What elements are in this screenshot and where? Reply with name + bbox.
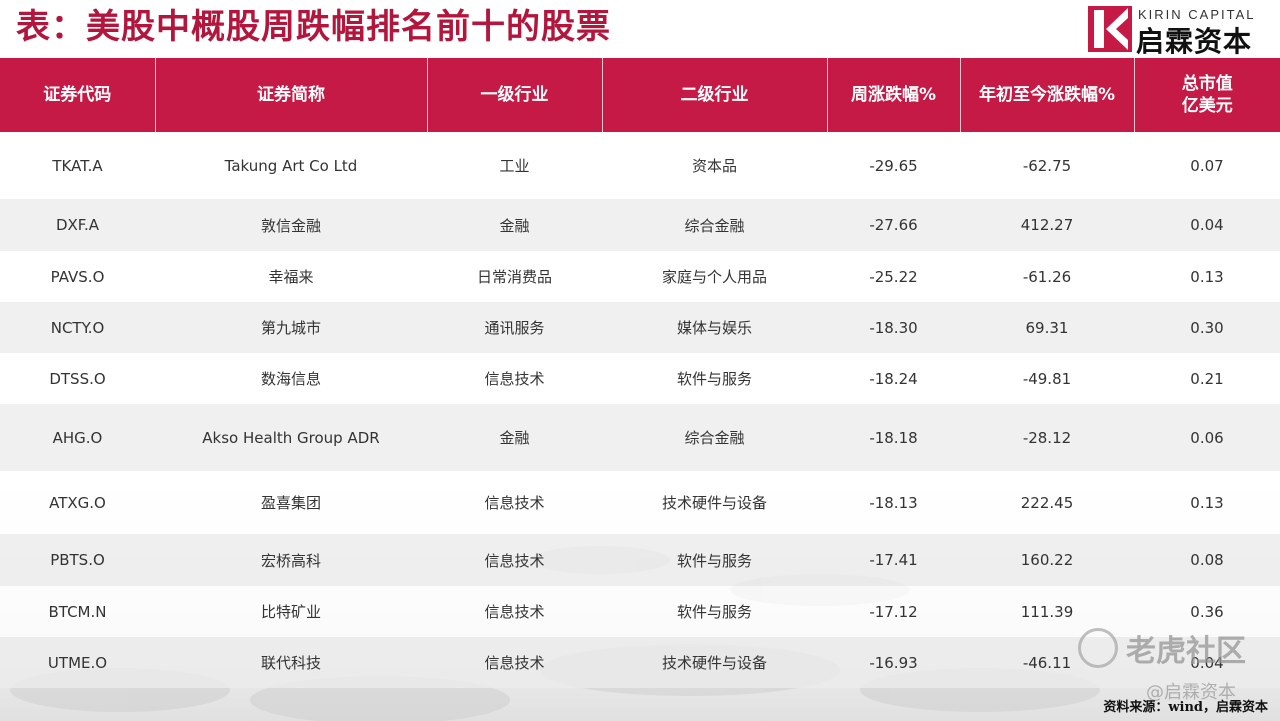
tiger-community-watermark: 老虎社区: [1078, 624, 1268, 670]
cell-ytd-change: 222.45: [960, 471, 1134, 534]
cell-market-cap: 0.07: [1134, 132, 1280, 199]
cell-industry-l2: 软件与服务: [602, 534, 827, 586]
cell-industry-l2: 综合金融: [602, 404, 827, 471]
cell-code: PAVS.O: [0, 251, 155, 302]
cell-weekly-change: -18.24: [827, 353, 960, 404]
cell-industry-l2: 资本品: [602, 132, 827, 199]
header-market-cap: 总市值 亿美元: [1134, 58, 1280, 132]
kirin-logo-icon: [1088, 6, 1132, 52]
header-weekly-change: 周涨跌幅%: [827, 58, 961, 132]
cell-short-name: 幸福来: [155, 251, 427, 302]
source-note: 资料来源：wind，启霖资本: [1103, 700, 1268, 715]
title-bar: 表：美股中概股周跌幅排名前十的股票 KIRIN CAPITAL 启霖资本: [0, 0, 1280, 58]
table-row: NCTY.O 第九城市 通讯服务 媒体与娱乐 -18.30 69.31 0.30: [0, 302, 1280, 353]
cell-industry-l2: 软件与服务: [602, 353, 827, 404]
header-industry-l2: 二级行业: [602, 58, 828, 132]
cell-weekly-change: -17.12: [827, 586, 960, 637]
cell-code: AHG.O: [0, 404, 155, 471]
cell-industry-l1: 信息技术: [427, 637, 602, 688]
header-ytd-change: 年初至今涨跌幅%: [960, 58, 1135, 132]
cell-ytd-change: 412.27: [960, 199, 1134, 251]
cell-industry-l1: 信息技术: [427, 586, 602, 637]
cell-code: NCTY.O: [0, 302, 155, 353]
cell-weekly-change: -18.30: [827, 302, 960, 353]
logo-chinese: 启霖资本: [1136, 25, 1253, 58]
stock-table: 证券代码 证券简称 一级行业 二级行业 周涨跌幅% 年初至今涨跌幅% 总市值 亿…: [0, 58, 1280, 688]
cell-market-cap: 0.06: [1134, 404, 1280, 471]
cell-market-cap: 0.13: [1134, 471, 1280, 534]
cell-short-name: 数海信息: [155, 353, 427, 404]
page-title: 表：美股中概股周跌幅排名前十的股票: [16, 7, 611, 47]
cell-code: BTCM.N: [0, 586, 155, 637]
table-row: AHG.O Akso Health Group ADR 金融 综合金融 -18.18 -2…: [0, 404, 1280, 471]
cell-market-cap: 0.04: [1134, 199, 1280, 251]
cell-short-name: 敦信金融: [155, 199, 427, 251]
cell-weekly-change: -18.18: [827, 404, 960, 471]
cell-ytd-change: 69.31: [960, 302, 1134, 353]
cell-ytd-change: 160.22: [960, 534, 1134, 586]
cell-code: PBTS.O: [0, 534, 155, 586]
header-industry-l1: 一级行业: [427, 58, 603, 132]
cell-industry-l1: 日常消费品: [427, 251, 602, 302]
table-row: DXF.A 敦信金融 金融 综合金融 -27.66 412.27 0.04: [0, 199, 1280, 251]
cell-short-name: 宏桥高科: [155, 534, 427, 586]
cell-weekly-change: -17.41: [827, 534, 960, 586]
cell-ytd-change: -28.12: [960, 404, 1134, 471]
cell-weekly-change: -25.22: [827, 251, 960, 302]
cell-industry-l1: 信息技术: [427, 353, 602, 404]
cell-weekly-change: -27.66: [827, 199, 960, 251]
cell-industry-l1: 金融: [427, 404, 602, 471]
table-row: PAVS.O 幸福来 日常消费品 家庭与个人用品 -25.22 -61.26 0.13: [0, 251, 1280, 302]
cell-industry-l2: 家庭与个人用品: [602, 251, 827, 302]
table-row: ATXG.O 盈喜集团 信息技术 技术硬件与设备 -18.13 222.45 0.13: [0, 471, 1280, 534]
cell-code: UTME.O: [0, 637, 155, 688]
cell-ytd-change: -61.26: [960, 251, 1134, 302]
cell-industry-l1: 工业: [427, 132, 602, 199]
cell-short-name: Takung Art Co Ltd: [155, 132, 427, 199]
cell-short-name: 第九城市: [155, 302, 427, 353]
cell-market-cap: 0.08: [1134, 534, 1280, 586]
cell-industry-l2: 技术硬件与设备: [602, 471, 827, 534]
cell-weekly-change: -29.65: [827, 132, 960, 199]
cell-code: ATXG.O: [0, 471, 155, 534]
cell-short-name: 比特矿业: [155, 586, 427, 637]
cell-weekly-change: -16.93: [827, 637, 960, 688]
cell-short-name: 盈喜集团: [155, 471, 427, 534]
cell-weekly-change: -18.13: [827, 471, 960, 534]
cell-code: DXF.A: [0, 199, 155, 251]
cell-industry-l1: 信息技术: [427, 534, 602, 586]
table-header-row: 证券代码 证券简称 一级行业 二级行业 周涨跌幅% 年初至今涨跌幅% 总市值 亿…: [0, 58, 1280, 132]
cell-industry-l2: 综合金融: [602, 199, 827, 251]
table-row: TKAT.A Takung Art Co Ltd 工业 资本品 -29.65 -62.75…: [0, 132, 1280, 199]
cell-market-cap: 0.21: [1134, 353, 1280, 404]
cell-code: TKAT.A: [0, 132, 155, 199]
cell-industry-l2: 媒体与娱乐: [602, 302, 827, 353]
table-row: DTSS.O 数海信息 信息技术 软件与服务 -18.24 -49.81 0.21: [0, 353, 1280, 404]
cell-industry-l2: 技术硬件与设备: [602, 637, 827, 688]
header-code: 证券代码: [0, 58, 156, 132]
kirin-capital-logo: KIRIN CAPITAL 启霖资本: [1088, 6, 1268, 58]
cell-ytd-change: -49.81: [960, 353, 1134, 404]
cell-industry-l1: 信息技术: [427, 471, 602, 534]
cell-market-cap: 0.30: [1134, 302, 1280, 353]
cell-short-name: Akso Health Group ADR: [155, 404, 427, 471]
cell-code: DTSS.O: [0, 353, 155, 404]
cell-short-name: 联代科技: [155, 637, 427, 688]
tiger-logo-icon: [1078, 628, 1118, 668]
table-row: PBTS.O 宏桥高科 信息技术 软件与服务 -17.41 160.22 0.08: [0, 534, 1280, 586]
cell-industry-l1: 通讯服务: [427, 302, 602, 353]
cell-industry-l1: 金融: [427, 199, 602, 251]
cell-ytd-change: -62.75: [960, 132, 1134, 199]
cell-industry-l2: 软件与服务: [602, 586, 827, 637]
header-name: 证券简称: [155, 58, 428, 132]
cell-market-cap: 0.13: [1134, 251, 1280, 302]
